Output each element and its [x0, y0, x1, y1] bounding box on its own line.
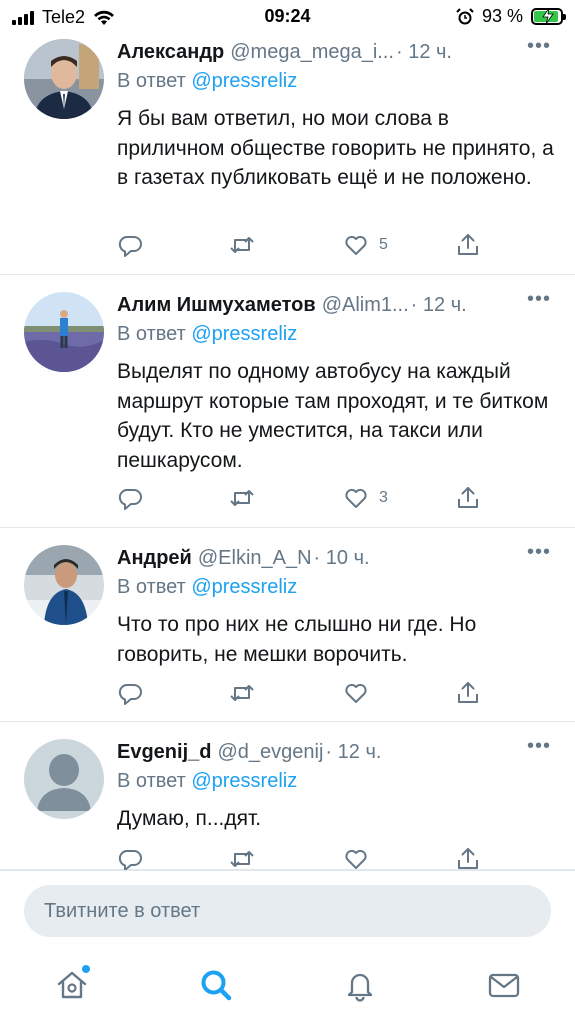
like-count: 5 [379, 236, 388, 253]
bell-icon [347, 973, 373, 1002]
share-button[interactable] [455, 678, 481, 708]
reply-prefix: В ответ [117, 70, 186, 92]
more-icon[interactable]: ••• [517, 36, 551, 60]
tab-home[interactable] [52, 965, 92, 1005]
avatar[interactable] [24, 292, 104, 372]
retweet-icon [230, 490, 254, 506]
share-button[interactable] [455, 483, 481, 513]
tweet-text: Что то про них не слышно ни где. Но гово… [117, 613, 477, 666]
avatar[interactable] [24, 739, 104, 819]
retweet-icon [230, 851, 254, 867]
more-icon[interactable]: ••• [517, 542, 551, 566]
tweet-header: Андрей @Elkin_A_N · 10 ч. [117, 546, 555, 570]
reply-prefix: В ответ [117, 770, 186, 792]
tweet-text: Думаю, п...дят. [117, 807, 262, 830]
status-bar: Tele2 09:24 93 % [0, 0, 575, 34]
alarm-icon [456, 7, 474, 24]
tab-bar [0, 955, 575, 1024]
share-icon [458, 682, 478, 703]
tweet-text: Выделят по одному автобусу на каждый мар… [117, 360, 549, 472]
retweet-icon [230, 237, 254, 253]
share-icon [458, 234, 478, 255]
tweet-header: Алим Ишмухаметов @Alim1... · 12 ч. [117, 293, 555, 317]
author-name[interactable]: Александр [117, 41, 224, 64]
tweet[interactable]: Андрей @Elkin_A_N · 10 ч. ••• В ответ @p… [0, 528, 575, 722]
reply-prefix: В ответ [117, 576, 186, 598]
reply-button[interactable] [117, 678, 143, 708]
reply-icon [118, 684, 142, 705]
reply-button[interactable] [117, 483, 143, 513]
like-icon [345, 849, 367, 869]
retweet-icon [230, 685, 254, 701]
reply-context: В ответ @pressreliz [117, 576, 555, 602]
notification-dot [82, 965, 90, 973]
reply-icon [118, 850, 142, 871]
status-right: 93 % [456, 6, 566, 27]
tweet-time: · 12 ч. [325, 740, 382, 763]
like-icon [345, 683, 367, 703]
tweet-text: Я бы вам ответил, но мои слова в приличн… [117, 107, 554, 189]
reply-icon [118, 489, 142, 510]
like-button[interactable]: 3 [343, 483, 388, 513]
author-name[interactable]: Андрей [117, 547, 192, 570]
author-handle[interactable]: @Elkin_A_N [198, 547, 312, 570]
like-count: 3 [379, 489, 388, 506]
author-name[interactable]: Алим Ишмухаметов [117, 294, 316, 317]
reply-to-link[interactable]: @pressreliz [191, 323, 297, 345]
reply-compose-field[interactable]: Твитните в ответ [24, 885, 551, 937]
reply-to-link[interactable]: @pressreliz [191, 576, 297, 598]
retweet-button[interactable] [229, 230, 255, 260]
tab-search[interactable] [196, 965, 236, 1005]
retweet-button[interactable] [229, 483, 255, 513]
divider [0, 870, 575, 871]
avatar[interactable] [24, 545, 104, 625]
reply-icon [118, 236, 142, 257]
more-icon[interactable]: ••• [517, 736, 551, 760]
tweet-time: · 12 ч. [410, 293, 467, 316]
reply-context: В ответ @pressreliz [117, 70, 555, 96]
reply-to-link[interactable]: @pressreliz [191, 70, 297, 92]
tweet-time: · 12 ч. [395, 40, 452, 63]
tweet-header: Александр @mega_mega_i... · 12 ч. [117, 40, 555, 64]
tweet[interactable]: Александр @mega_mega_i... · 12 ч. ••• В … [0, 34, 575, 275]
avatar[interactable] [24, 39, 104, 119]
tweet-actions: 5 [117, 230, 478, 260]
tweet-content: Evgenij_d @d_evgenij · 12 ч. ••• В ответ… [117, 736, 555, 834]
like-button[interactable]: 5 [343, 230, 388, 260]
tweet[interactable]: Алим Ишмухаметов @Alim1... · 12 ч. ••• В… [0, 275, 575, 528]
tab-messages[interactable] [484, 965, 524, 1005]
tweet-content: Александр @mega_mega_i... · 12 ч. ••• В … [117, 36, 555, 193]
share-button[interactable] [455, 230, 481, 260]
tab-notifications[interactable] [340, 965, 380, 1005]
author-handle[interactable]: @d_evgenij [217, 741, 323, 764]
author-handle[interactable]: @mega_mega_i... [230, 41, 394, 64]
reply-context: В ответ @pressreliz [117, 770, 555, 796]
reply-button[interactable] [117, 230, 143, 260]
tweet-time: · 10 ч. [313, 546, 370, 569]
reply-prefix: В ответ [117, 323, 186, 345]
battery-icon [531, 8, 566, 25]
more-icon[interactable]: ••• [517, 289, 551, 313]
tweet-content: Андрей @Elkin_A_N · 10 ч. ••• В ответ @p… [117, 542, 555, 669]
share-icon [458, 487, 478, 508]
reply-context: В ответ @pressreliz [117, 323, 555, 349]
tweet[interactable]: Evgenij_d @d_evgenij · 12 ч. ••• В ответ… [0, 722, 575, 871]
retweet-button[interactable] [229, 678, 255, 708]
author-handle[interactable]: @Alim1... [322, 294, 409, 317]
like-icon [345, 235, 367, 255]
compose-placeholder: Твитните в ответ [44, 899, 201, 922]
share-icon [458, 848, 478, 869]
mail-icon [488, 973, 520, 998]
tweet-actions: 3 [117, 483, 478, 513]
reply-to-link[interactable]: @pressreliz [191, 770, 297, 792]
tweet-content: Алим Ишмухаметов @Alim1... · 12 ч. ••• В… [117, 289, 555, 475]
tweet-actions [117, 678, 478, 708]
home-icon [57, 971, 87, 999]
author-name[interactable]: Evgenij_d [117, 741, 211, 764]
search-icon [201, 970, 232, 1001]
like-button[interactable] [343, 678, 379, 708]
like-icon [345, 488, 367, 508]
tweet-header: Evgenij_d @d_evgenij · 12 ч. [117, 740, 555, 764]
battery-percent: 93 % [481, 6, 523, 26]
